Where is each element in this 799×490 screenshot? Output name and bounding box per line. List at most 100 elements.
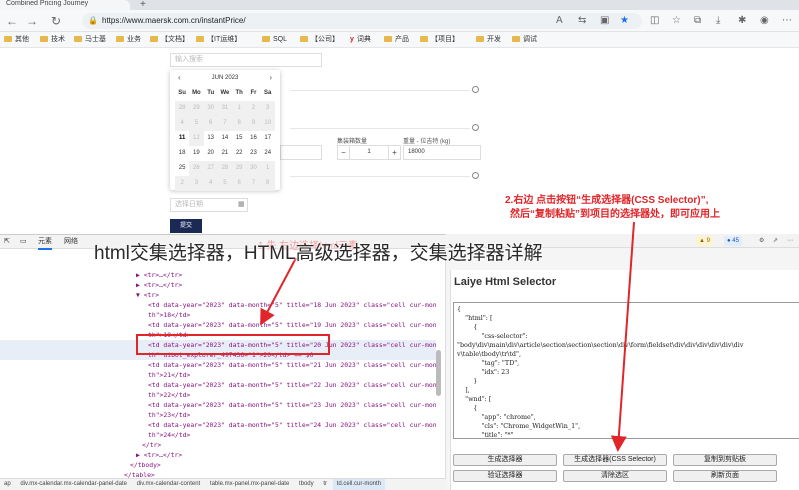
bookmark-item[interactable]: 马士基 bbox=[74, 35, 106, 45]
breadcrumb-item[interactable]: table.mx-panel.mx-panel-date bbox=[206, 479, 293, 490]
dom-node[interactable]: </tbody> bbox=[0, 460, 436, 470]
settings-gear-icon[interactable]: ⚙ bbox=[756, 236, 767, 246]
bookmark-item[interactable]: 【IT运维】 bbox=[196, 35, 241, 45]
tab-network[interactable]: 网络 bbox=[64, 236, 78, 248]
collections-icon[interactable]: ⧉ bbox=[694, 15, 701, 27]
calendar-day[interactable]: 21 bbox=[218, 146, 232, 161]
bookmark-item[interactable]: 业务 bbox=[116, 35, 141, 45]
breadcrumb-item[interactable]: ap bbox=[0, 479, 15, 490]
calendar-day[interactable]: 11 bbox=[175, 131, 189, 146]
dom-node[interactable]: ▶ <tr>…</tr> bbox=[0, 270, 436, 280]
bookmark-item[interactable]: 【项目】 bbox=[420, 35, 459, 45]
reload-icon[interactable]: ↻ bbox=[48, 14, 64, 28]
clear-selection-button[interactable]: 清除选区 bbox=[563, 470, 667, 482]
dom-node[interactable]: ▼ <tr> bbox=[0, 290, 436, 300]
calendar-day[interactable]: 20 bbox=[204, 146, 218, 161]
bookmark-item[interactable]: y 词典 bbox=[350, 35, 371, 45]
dom-node[interactable]: th">23</td> bbox=[0, 410, 436, 420]
favorites-icon[interactable]: ☆ bbox=[672, 15, 681, 27]
favorite-star-icon[interactable]: ★ bbox=[620, 15, 629, 27]
quantity-stepper[interactable]: − 1 + bbox=[337, 145, 401, 160]
dom-node[interactable]: <td data-year="2023" data-month="5" titl… bbox=[0, 420, 436, 430]
decrement-button[interactable]: − bbox=[338, 146, 350, 159]
calendar-day[interactable]: 22 bbox=[232, 146, 246, 161]
translate-icon[interactable]: ⇆ bbox=[578, 15, 586, 27]
extensions-icon[interactable]: ✱ bbox=[738, 15, 746, 27]
dom-node[interactable]: th">21</td> bbox=[0, 370, 436, 380]
copy-to-clipboard-button[interactable]: 复制到剪贴板 bbox=[673, 454, 777, 466]
bookmark-item[interactable]: 其他 bbox=[4, 35, 29, 45]
bookmark-item[interactable]: 开发 bbox=[476, 35, 501, 45]
calendar-day[interactable]: 13 bbox=[204, 131, 218, 146]
bookmark-item[interactable]: 技术 bbox=[40, 35, 65, 45]
info-icon[interactable] bbox=[472, 86, 479, 93]
dom-node[interactable]: ▶ <tr>…</tr> bbox=[0, 280, 436, 290]
dom-node[interactable]: <td data-year="2023" data-month="5" titl… bbox=[0, 360, 436, 370]
info-icon[interactable] bbox=[472, 124, 479, 131]
validate-selector-button[interactable]: 验证选择器 bbox=[453, 470, 557, 482]
dom-node[interactable]: th">24</td> bbox=[0, 430, 436, 440]
weight-input[interactable]: 18000 bbox=[403, 145, 481, 160]
dom-tree-scrollbar[interactable] bbox=[436, 350, 441, 396]
generate-css-selector-button[interactable]: 生成选择器(CSS Selector) bbox=[563, 454, 667, 466]
inspect-icon[interactable]: ⇱ bbox=[4, 236, 10, 248]
generate-selector-button[interactable]: 生成选择器 bbox=[453, 454, 557, 466]
top-input[interactable]: 输入搜索 bbox=[170, 53, 322, 67]
calendar-day[interactable]: 14 bbox=[218, 131, 232, 146]
lock-icon[interactable]: 🔒 bbox=[88, 16, 98, 25]
more-icon[interactable]: ⋯ bbox=[784, 236, 796, 246]
breadcrumb-item[interactable]: tr bbox=[319, 479, 331, 490]
calendar-month-label[interactable]: JUN 2023 bbox=[170, 72, 280, 84]
dom-node[interactable]: th">18</td> bbox=[0, 310, 436, 320]
bookmark-item[interactable]: 产品 bbox=[384, 35, 409, 45]
avatar[interactable]: ◉ bbox=[760, 15, 769, 27]
info-badge[interactable]: ● 45 bbox=[724, 236, 742, 246]
dom-node[interactable]: <td data-year="2023" data-month="5" titl… bbox=[0, 320, 436, 330]
date-input[interactable]: 选择日期 bbox=[170, 198, 248, 212]
calendar-day[interactable]: 19 bbox=[189, 146, 203, 161]
selector-json-output[interactable]: { "html": [ { "css-selector": "body\div\… bbox=[453, 302, 799, 439]
breadcrumb-item[interactable]: tbody bbox=[295, 479, 318, 490]
browser-tab[interactable]: Combined Pricing Journey bbox=[0, 0, 130, 10]
forward-icon[interactable]: → bbox=[24, 14, 40, 28]
back-icon[interactable]: ← bbox=[4, 14, 20, 28]
quantity-value[interactable]: 1 bbox=[350, 146, 388, 159]
bookmark-item[interactable]: 【文档】 bbox=[150, 35, 189, 45]
next-month-button[interactable]: › bbox=[269, 72, 272, 84]
breadcrumb-item-current[interactable]: td.cell.cur-month bbox=[332, 479, 386, 490]
refresh-page-button[interactable]: 刷新页面 bbox=[673, 470, 777, 482]
extension-icon[interactable]: ▣ bbox=[600, 15, 609, 27]
split-screen-icon[interactable]: ◫ bbox=[650, 15, 659, 27]
info-icon[interactable] bbox=[472, 172, 479, 179]
size-select[interactable] bbox=[280, 145, 322, 160]
warning-badge[interactable]: ▲ 9 bbox=[696, 236, 713, 246]
dom-node[interactable]: th">22</td> bbox=[0, 390, 436, 400]
calendar-day[interactable]: 24 bbox=[261, 146, 275, 161]
dom-node[interactable]: <td data-year="2023" data-month="5" titl… bbox=[0, 400, 436, 410]
tab-elements[interactable]: 元素 bbox=[38, 236, 52, 250]
new-tab-button[interactable]: + bbox=[140, 0, 146, 10]
calendar-icon[interactable]: ▦ bbox=[238, 200, 245, 208]
calendar-day[interactable]: 25 bbox=[175, 161, 189, 176]
download-icon[interactable]: ⤓ bbox=[716, 15, 720, 27]
read-aloud-icon[interactable]: A bbox=[556, 15, 563, 27]
more-menu-icon[interactable]: ⋯ bbox=[782, 15, 792, 27]
calendar-day[interactable]: 17 bbox=[261, 131, 275, 146]
calendar-day[interactable]: 15 bbox=[232, 131, 246, 146]
bookmark-item[interactable]: 调试 bbox=[512, 35, 537, 45]
submit-button[interactable]: 提交 bbox=[170, 219, 202, 233]
dom-node[interactable]: <td data-year="2023" data-month="5" titl… bbox=[0, 380, 436, 390]
increment-button[interactable]: + bbox=[388, 146, 400, 159]
dom-node[interactable]: <td data-year="2023" data-month="5" titl… bbox=[0, 300, 436, 310]
bookmark-item[interactable]: 【公司】 bbox=[300, 35, 339, 45]
device-toggle-icon[interactable]: ▭ bbox=[20, 236, 27, 248]
calendar-day[interactable]: 23 bbox=[246, 146, 260, 161]
dom-node[interactable]: ▶ <tr>…</tr> bbox=[0, 450, 436, 460]
dom-node[interactable]: </tr> bbox=[0, 440, 436, 450]
bookmark-item[interactable]: SQL bbox=[262, 35, 287, 45]
breadcrumb-item[interactable]: div.mx-calendar.mx-calendar-panel-date bbox=[16, 479, 131, 490]
breadcrumb-item[interactable]: div.mx-calendar-content bbox=[133, 479, 205, 490]
share-icon[interactable]: ⇗ bbox=[770, 236, 781, 246]
calendar-day[interactable]: 16 bbox=[246, 131, 260, 146]
calendar-day[interactable]: 18 bbox=[175, 146, 189, 161]
